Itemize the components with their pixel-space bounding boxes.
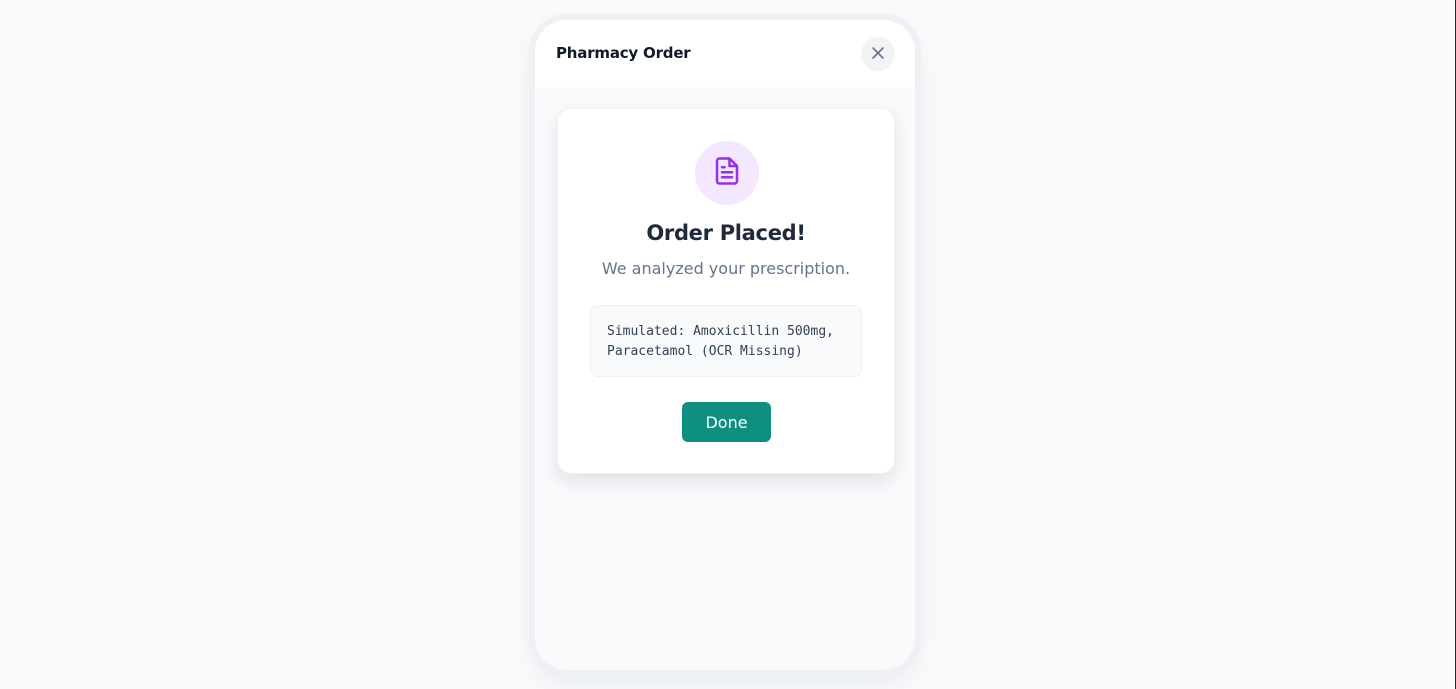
modal-header: Pharmacy Order [535, 20, 915, 87]
result-line-2: Paracetamol (OCR Missing) [607, 344, 803, 359]
page: Pharmacy Order Order Placed! We analyzed… [0, 0, 1456, 689]
result-line-1: Simulated: Amoxicillin 500mg, [607, 324, 834, 339]
order-placed-heading: Order Placed! [646, 221, 806, 245]
prescription-result-box: Simulated: Amoxicillin 500mg, Paracetamo… [590, 305, 862, 377]
phone-frame: Pharmacy Order Order Placed! We analyzed… [535, 20, 915, 670]
order-confirmation-card: Order Placed! We analyzed your prescript… [557, 108, 895, 474]
order-placed-subtitle: We analyzed your prescription. [601, 259, 851, 278]
close-icon [871, 45, 885, 64]
modal-title: Pharmacy Order [556, 44, 691, 62]
document-icon-badge [695, 141, 759, 205]
document-icon [712, 156, 742, 190]
done-button[interactable]: Done [682, 402, 771, 442]
close-button[interactable] [861, 37, 895, 71]
